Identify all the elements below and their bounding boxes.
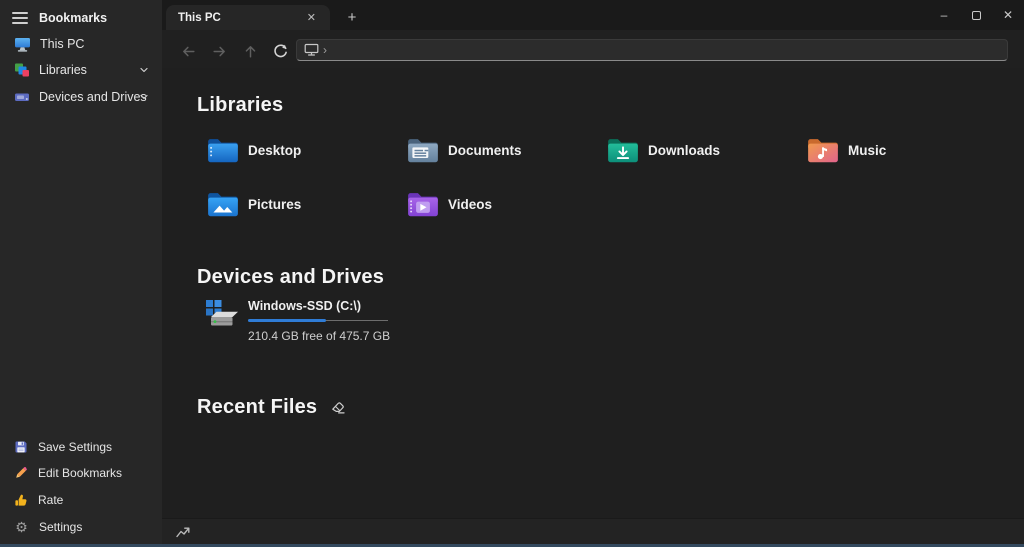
maximize-icon <box>972 11 981 20</box>
arrow-up-icon <box>242 43 259 60</box>
chevron-down-icon <box>139 92 149 102</box>
videos-folder-icon <box>406 190 440 218</box>
documents-folder-icon <box>406 136 440 164</box>
refresh-button[interactable] <box>267 38 293 64</box>
library-item-desktop[interactable]: Desktop <box>206 130 392 170</box>
drive-name: Windows-SSD (C:\) <box>248 299 390 313</box>
library-item-music[interactable]: Music <box>806 130 992 170</box>
sidebar-item-label: Rate <box>38 493 63 507</box>
trending-up-icon <box>175 525 191 539</box>
drive-capacity-text: 210.4 GB free of 475.7 GB <box>248 329 390 343</box>
library-item-label: Pictures <box>248 197 301 212</box>
library-item-label: Documents <box>448 143 522 158</box>
drive-icon <box>14 89 30 105</box>
thumbs-up-icon <box>14 493 28 507</box>
library-item-label: Downloads <box>648 143 720 158</box>
forward-button[interactable] <box>206 38 232 64</box>
tab-this-pc[interactable]: This PC ✕ <box>166 5 330 30</box>
pictures-folder-icon <box>206 190 240 218</box>
sidebar-header: Bookmarks <box>0 6 162 30</box>
sidebar-item-devices-and-drives[interactable]: Devices and Drives <box>0 84 162 110</box>
drive-usage-fill <box>248 319 326 322</box>
this-pc-breadcrumb-icon <box>304 43 319 57</box>
drive-info: Windows-SSD (C:\) 210.4 GB free of 475.7… <box>248 297 390 343</box>
library-item-videos[interactable]: Videos <box>406 184 592 224</box>
close-button[interactable]: ✕ <box>992 0 1024 30</box>
hamburger-menu-icon[interactable] <box>12 12 28 24</box>
sidebar-item-rate[interactable]: Rate <box>0 487 162 513</box>
chevron-down-icon <box>139 65 149 75</box>
sidebar-item-label: Libraries <box>39 63 87 77</box>
recent-files-header: Recent Files <box>197 396 348 419</box>
back-button[interactable] <box>175 38 201 64</box>
drive-item-windows-ssd[interactable]: Windows-SSD (C:\) 210.4 GB free of 475.7… <box>203 297 403 343</box>
tab-bar: This PC ✕ + – ✕ <box>162 0 1024 30</box>
music-folder-icon <box>806 136 840 164</box>
up-button[interactable] <box>237 38 263 64</box>
sidebar-item-save-settings[interactable]: Save Settings <box>0 434 162 460</box>
monitor-icon <box>14 37 31 52</box>
window-controls: – ✕ <box>928 0 1024 30</box>
library-item-documents[interactable]: Documents <box>406 130 592 170</box>
minimize-button[interactable]: – <box>928 0 960 30</box>
sidebar-item-settings[interactable]: ⚙ Settings <box>0 514 162 540</box>
sidebar-item-label: Save Settings <box>38 440 112 454</box>
library-item-pictures[interactable]: Pictures <box>206 184 392 224</box>
library-item-downloads[interactable]: Downloads <box>606 130 792 170</box>
breadcrumb-chevron: › <box>323 44 327 56</box>
sidebar-item-this-pc[interactable]: This PC <box>0 31 162 57</box>
arrow-left-icon <box>180 43 197 60</box>
address-bar[interactable]: › <box>296 39 1008 61</box>
status-trend-button[interactable] <box>172 523 194 541</box>
new-tab-button[interactable]: + <box>340 6 364 28</box>
drive-usage-bar <box>248 319 388 322</box>
refresh-icon <box>272 43 289 60</box>
libraries-icon <box>14 62 30 78</box>
floppy-disk-icon <box>14 440 28 454</box>
sidebar-item-edit-bookmarks[interactable]: Edit Bookmarks <box>0 460 162 486</box>
eraser-icon <box>330 400 346 415</box>
sidebar-title: Bookmarks <box>39 11 107 25</box>
sidebar: Bookmarks This PC Libraries Devices and … <box>0 0 162 547</box>
tab-close-icon[interactable]: ✕ <box>303 10 320 25</box>
sidebar-item-label: Edit Bookmarks <box>38 466 122 480</box>
libraries-section-title: Libraries <box>197 94 283 117</box>
gear-icon: ⚙ <box>14 520 29 534</box>
tab-label: This PC <box>178 12 303 24</box>
sidebar-item-libraries[interactable]: Libraries <box>0 57 162 83</box>
maximize-button[interactable] <box>960 0 992 30</box>
desktop-folder-icon <box>206 136 240 164</box>
arrow-right-icon <box>211 43 228 60</box>
clear-recent-files-button[interactable] <box>328 399 348 417</box>
library-item-label: Desktop <box>248 143 301 158</box>
sidebar-item-label: This PC <box>40 37 84 51</box>
pencil-icon <box>14 466 28 480</box>
library-item-label: Videos <box>448 197 492 212</box>
status-bar <box>162 518 1024 544</box>
system-drive-icon <box>203 297 241 330</box>
library-item-label: Music <box>848 143 886 158</box>
recent-section-title: Recent Files <box>197 396 317 419</box>
downloads-folder-icon <box>606 136 640 164</box>
devices-section-title: Devices and Drives <box>197 266 384 289</box>
sidebar-item-label: Settings <box>39 520 82 534</box>
sidebar-item-label: Devices and Drives <box>39 90 147 104</box>
